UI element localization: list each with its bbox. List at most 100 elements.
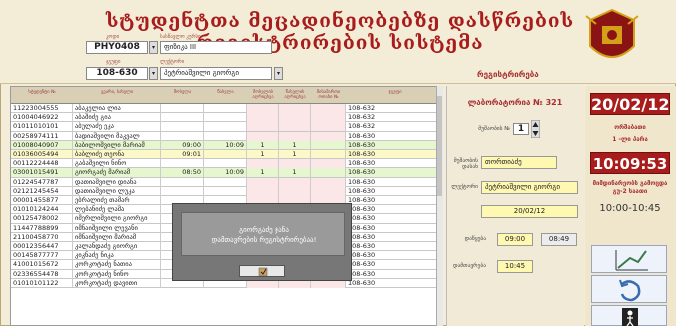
ok-icon [258, 267, 268, 277]
cell-b [279, 131, 311, 141]
dialog-ok-button[interactable] [239, 265, 285, 277]
room-label: ჯგუფი [106, 59, 121, 65]
cell-t2 [204, 186, 247, 196]
student-field[interactable]: თორთიაძე [481, 156, 557, 169]
time-slot: 10:00-10:45 [599, 203, 661, 214]
table-row[interactable]: 01011010101 აბულაძე ეკა 108-632 [11, 122, 442, 132]
cell-a [247, 159, 279, 169]
cell-c [311, 131, 346, 141]
table-row[interactable]: 01036005494 ბაბლიძე თეონა 09:01 1 1 108-630 [11, 150, 442, 160]
table-row[interactable]: 00112224448 გაბაშვილი ნინო 108-630 [11, 159, 442, 169]
lab-lecturer-label: ლექტორი [451, 184, 478, 190]
current-time: 10:09:53 [590, 152, 670, 174]
course-dropdown-button[interactable]: ▾ [149, 41, 158, 54]
cell-name: იმერლიშვილი გიორგი [73, 214, 161, 224]
col-group[interactable]: ჯგუფი [346, 87, 442, 104]
cell-name: დათიაშვილი დიანა [73, 177, 161, 187]
col-arrive[interactable]: მოსვლა [161, 87, 204, 104]
room-dropdown-button[interactable]: ▾ [149, 67, 158, 80]
exit-person-icon [622, 308, 638, 326]
cell-c [311, 186, 346, 196]
cell-t2: 10:09 [204, 140, 247, 150]
cell-a [247, 186, 279, 196]
cell-id: 00145877777 [11, 251, 73, 261]
cell-a [247, 113, 279, 123]
course-name-label: სასწავლო კურსი [160, 34, 201, 40]
table-header: სტუდენტი № გვარი, სახელი მოსვლა წასვლა მ… [11, 87, 442, 104]
cell-b [279, 159, 311, 169]
cell-code: 108-630 [346, 141, 442, 150]
cell-b: 1 [279, 150, 311, 159]
col-leave[interactable]: წასვლა [204, 87, 247, 104]
end-time-field[interactable]: 10:45 [497, 260, 533, 273]
table-row[interactable]: 01008040907 ბაბილოშვილი მარიამ 09:00 10:09 1… [11, 140, 442, 150]
table-scroll-thumb[interactable] [437, 96, 442, 196]
cell-name: გიორგაძე მარიამ [73, 168, 161, 178]
cell-id: 00112224448 [11, 159, 73, 169]
col-arrive-count[interactable]: მოსვლის აღრიცხვა [247, 87, 279, 104]
cell-name: ებრალიძე თამარ [73, 196, 161, 205]
col-room[interactable]: მისამართი ოთახი № [311, 87, 346, 104]
cell-t2 [204, 113, 247, 123]
current-date: 20/02/12 [590, 93, 670, 115]
cell-t1 [161, 131, 204, 141]
lecturer-dropdown-button[interactable]: ▾ [274, 67, 283, 80]
room-code-field[interactable]: 108-630 [86, 67, 148, 80]
cell-name: იმნაიშვილი ლევანი [73, 223, 161, 233]
cell-code: 108-630 [346, 214, 442, 223]
course-name-field[interactable]: ფიზიკა III [160, 41, 272, 54]
cell-c [311, 140, 346, 150]
cell-t2 [204, 177, 247, 187]
cell-t1 [161, 104, 204, 113]
lecturer-field[interactable]: პეტრიაშვილი გიორგი [160, 67, 272, 80]
cell-name: ბადიაშვილი მაკვალ [73, 131, 161, 141]
cell-id: 00012356447 [11, 242, 73, 251]
cell-id: 11223004555 [11, 104, 73, 113]
col-student-id[interactable]: სტუდენტი № [11, 87, 73, 104]
cell-t1 [161, 177, 204, 187]
col-name[interactable]: გვარი, სახელი [73, 87, 161, 104]
cell-code: 108-632 [346, 113, 442, 122]
table-row[interactable]: 00258974111 ბადიაშვილი მაკვალ 108-630 [11, 131, 442, 141]
course-code-field[interactable]: PHY0408 [86, 41, 148, 54]
status-subtext: გუ-2 საათი [612, 188, 648, 195]
cell-a [247, 104, 279, 113]
chart-button[interactable] [591, 245, 667, 273]
start-time-field[interactable]: 09:00 [497, 233, 533, 246]
cell-b [279, 122, 311, 132]
start-time-label: დაწყება [464, 236, 486, 242]
cell-id: 41001015672 [11, 260, 73, 270]
pair-number: 1 -ლი პარა [612, 136, 648, 143]
exit-button[interactable] [591, 305, 667, 326]
table-row[interactable]: 03001015491 გიორგაძე მარიამ 08:50 10:09 1 1 10… [11, 168, 442, 178]
cell-a [247, 131, 279, 141]
table-row[interactable]: 01004046922 აბაშიძე გია 108-632 [11, 113, 442, 123]
cell-name: ბაბლიძე თეონა [73, 150, 161, 159]
computer-number-field[interactable]: 1 [513, 123, 529, 135]
cell-c [311, 104, 346, 113]
chart-line-icon [615, 250, 648, 271]
cell-t1 [161, 122, 204, 132]
spinner-arrows-icon[interactable] [531, 120, 540, 138]
refresh-button[interactable] [591, 275, 667, 303]
cell-t2 [204, 131, 247, 141]
cell-t2: 10:09 [204, 168, 247, 178]
cell-name: ლებანიძე ლაშა [73, 205, 161, 215]
cell-c [311, 159, 346, 169]
cell-id: 01224547787 [11, 177, 73, 187]
table-row[interactable]: 11223004555 აბაკელია ლია 108-632 [11, 104, 442, 114]
table-row[interactable]: 02121245454 დათიაშვილი ლუკა 108-630 [11, 186, 442, 196]
cell-name: დათიაშვილი ლუკა [73, 186, 161, 196]
cell-id: 00258974111 [11, 131, 73, 141]
lab-date-field[interactable]: 20/02/12 [481, 205, 578, 218]
col-leave-count[interactable]: წასვლის აღრიცხვა [279, 87, 311, 104]
cell-name: იმნაიშვილი მარიამ [73, 232, 161, 242]
dialog-message-area: გიორგაძე ჯანა დამთავრების რეგისტრირებაა! [181, 212, 345, 256]
lab-lecturer-field[interactable]: პეტრიაშვილი გიორგი [481, 181, 578, 194]
table-row[interactable]: 01224547787 დათიაშვილი დიანა 108-630 [11, 177, 442, 187]
cell-c [311, 168, 346, 178]
cell-c [311, 122, 346, 132]
cell-id: 01011010101 [11, 122, 73, 132]
cell-a: 1 [247, 150, 279, 159]
cell-code: 108-630 [346, 178, 442, 187]
